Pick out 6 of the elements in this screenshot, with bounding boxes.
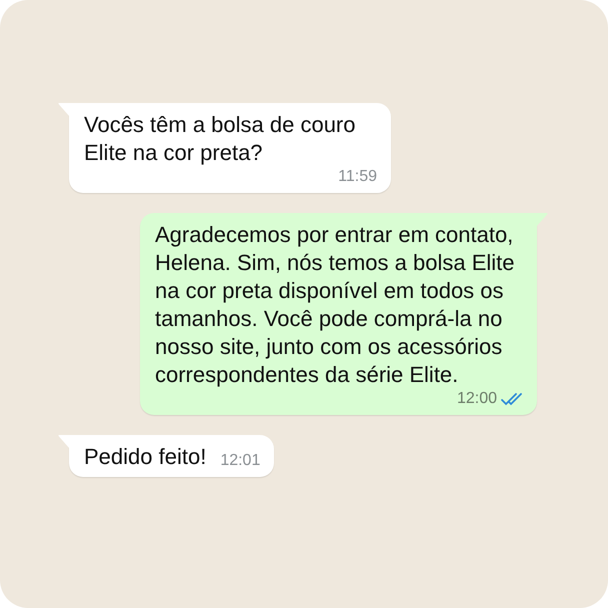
message-text: Pedido feito! [84,443,206,471]
message-time: 12:00 [456,389,497,409]
message-time: 12:01 [220,451,260,471]
message-text: Agradecemos por entrar em contato, Helena. Sim, nós temos a bolsa Elite na cor preta disponível em todos os tamanhos. Você pode comprá-la no nosso site, junto com os acessórios correspondentes da série Elite. [155,221,516,389]
message-text: Vocês têm a bolsa de couro Elite na cor preta? [84,111,356,167]
message-time: 11:59 [338,167,377,187]
